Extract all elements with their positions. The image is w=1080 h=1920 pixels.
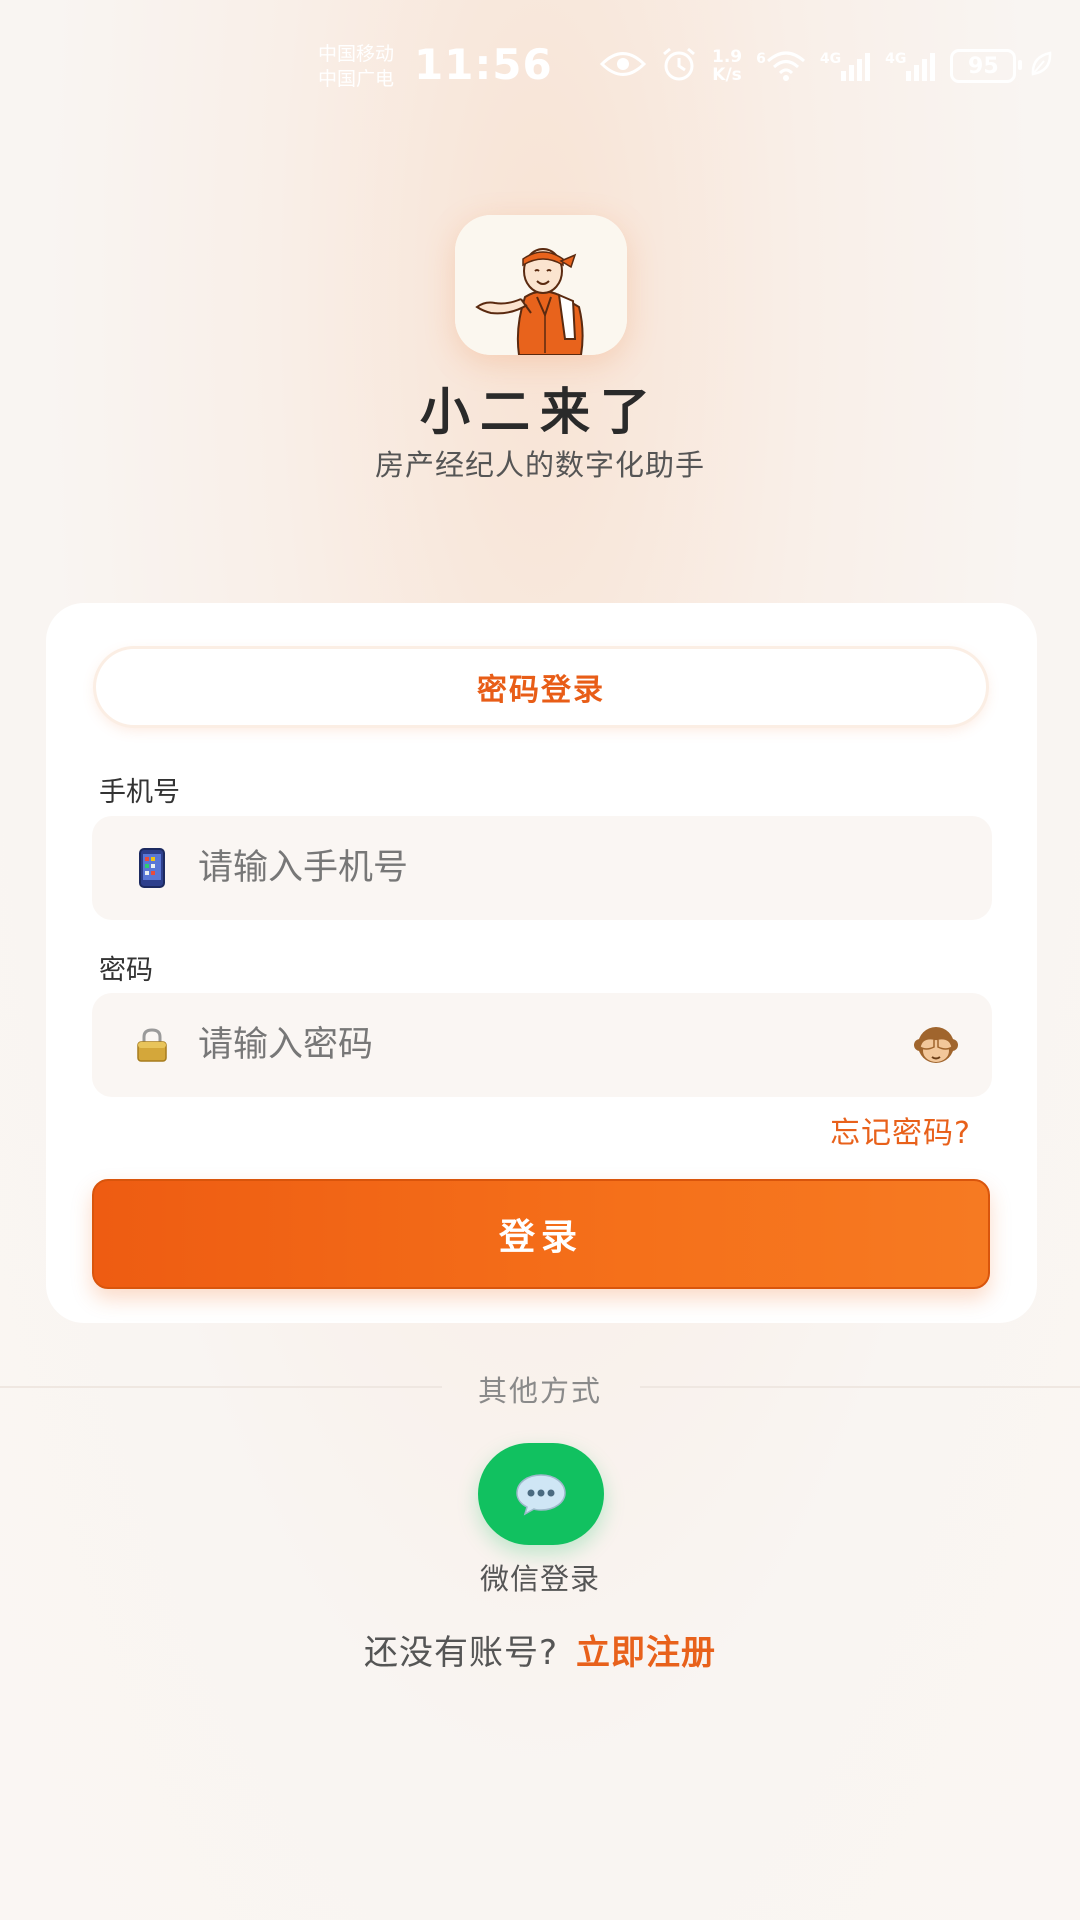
signal-1-icon: 4G [820,51,871,81]
net-speed-unit: K/s [712,65,742,85]
signal-2-label: 4G [885,51,907,67]
battery-icon: 95 [950,49,1023,83]
password-input[interactable] [196,1024,912,1066]
signal-2-icon: 4G [885,51,936,81]
status-icons: 1.9 K/s 6 4G 4G 95 [599,44,1052,88]
login-button[interactable]: 登录 [92,1179,990,1289]
net-speed: 1.9 K/s [712,48,742,84]
app-subtitle: 房产经纪人的数字化助手 [374,448,705,482]
status-time: 11:56 [414,40,553,89]
leaf-icon [1030,51,1052,81]
register-link[interactable]: 立即注册 [576,1633,716,1673]
tab-password-login[interactable]: 密码登录 [96,649,986,725]
chat-bubble-icon [516,1474,566,1516]
wifi-label: 6 [756,51,766,67]
password-label: 密码 [99,955,153,986]
mobile-phone-icon [132,848,172,888]
register-row: 还没有账号? 立即注册 [0,1625,1080,1674]
alarm-icon [660,46,698,86]
register-prompt: 还没有账号? [363,1633,559,1673]
wechat-login-label: 微信登录 [479,1562,600,1596]
see-no-evil-monkey-icon[interactable] [912,1021,960,1069]
wechat-login-button[interactable] [478,1443,604,1545]
signal-1-label: 4G [819,51,842,67]
battery-level: 95 [968,53,999,79]
lock-icon [132,1025,172,1065]
other-methods-label: 其他方式 [477,1374,602,1408]
app-logo [455,215,627,355]
forgot-password-link[interactable]: 忘记密码? [830,1108,971,1152]
wifi-icon: 6 [756,51,806,81]
phone-label: 手机号 [99,777,180,808]
status-bar: 中国移动 中国广电 11:56 1.9 K/s 6 4G 4G 95 [0,0,1080,130]
login-card: 密码登录 手机号 密码 [46,603,1037,1323]
app-title: 小二来了 [420,383,660,441]
eye-icon [599,49,647,83]
password-input-box[interactable] [92,993,992,1097]
carrier-info: 中国移动 中国广电 [318,42,394,92]
carrier-2: 中国广电 [318,68,395,90]
phone-input[interactable] [196,847,992,889]
net-speed-value: 1.9 [712,47,743,67]
waiter-mascot-icon [455,215,627,355]
carrier-1: 中国移动 [318,43,395,65]
phone-input-box[interactable] [92,816,992,920]
